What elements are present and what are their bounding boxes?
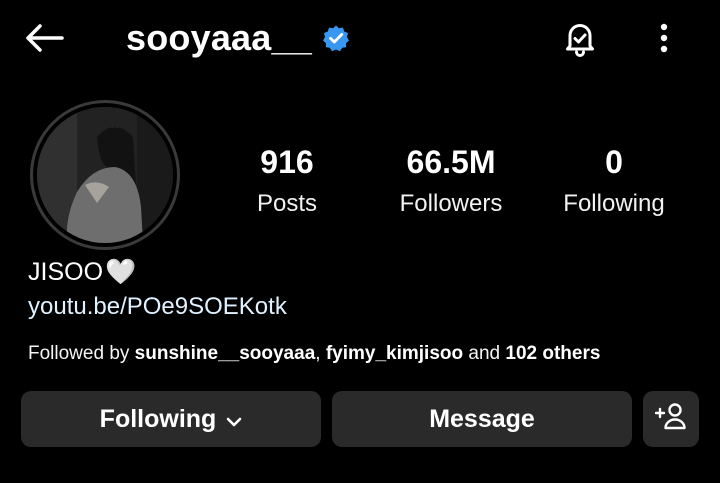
- display-name-text: JISOO: [28, 258, 104, 286]
- profile-username: sooyaaa__: [126, 14, 350, 62]
- following-button-label: Following: [99, 404, 217, 433]
- profile-avatar[interactable]: [30, 100, 180, 250]
- mutual-follower-2: fyimy_kimjisoo: [325, 343, 464, 364]
- notifications-button[interactable]: [560, 20, 600, 60]
- message-button-label: Message: [429, 404, 535, 433]
- bell-icon: [561, 19, 599, 62]
- followed-by-text[interactable]: Followed by sunshine__sooyaaa, fyimy_kim…: [28, 340, 600, 368]
- posts-label: Posts: [256, 190, 318, 217]
- add-person-icon: [654, 402, 687, 437]
- arrow-left-icon: [24, 23, 64, 57]
- posts-count: 916: [260, 144, 314, 180]
- bio-link[interactable]: youtu.be/POe9SOEKotk: [28, 291, 287, 323]
- avatar-photo: [37, 107, 173, 243]
- stat-followers[interactable]: 66.5M Followers: [381, 140, 521, 224]
- profile-display-name: JISOO 🤍: [28, 256, 136, 288]
- following-count: 0: [605, 144, 623, 180]
- more-options-button[interactable]: [648, 20, 680, 60]
- message-button[interactable]: Message: [332, 391, 632, 447]
- stat-following[interactable]: 0 Following: [544, 140, 684, 224]
- verified-badge-icon: [322, 24, 350, 52]
- following-button[interactable]: Following: [21, 391, 321, 447]
- more-vertical-icon: [660, 23, 668, 58]
- chevron-down-icon: [226, 405, 242, 434]
- white-heart-emoji: 🤍: [105, 258, 137, 286]
- mutual-followers-others: 102 others: [505, 343, 601, 364]
- suggested-users-button[interactable]: [643, 391, 699, 447]
- followed-by-separator: ,: [315, 343, 326, 364]
- stat-posts[interactable]: 916 Posts: [217, 140, 357, 224]
- back-button[interactable]: [24, 20, 72, 60]
- mutual-follower-1: sunshine__sooyaaa: [134, 343, 316, 364]
- username-text: sooyaaa__: [126, 17, 312, 58]
- followers-label: Followers: [399, 190, 503, 217]
- followed-by-prefix: Followed by: [28, 343, 135, 364]
- following-label: Following: [563, 190, 665, 217]
- followed-by-and: and: [463, 343, 506, 364]
- followers-count: 66.5M: [406, 144, 496, 180]
